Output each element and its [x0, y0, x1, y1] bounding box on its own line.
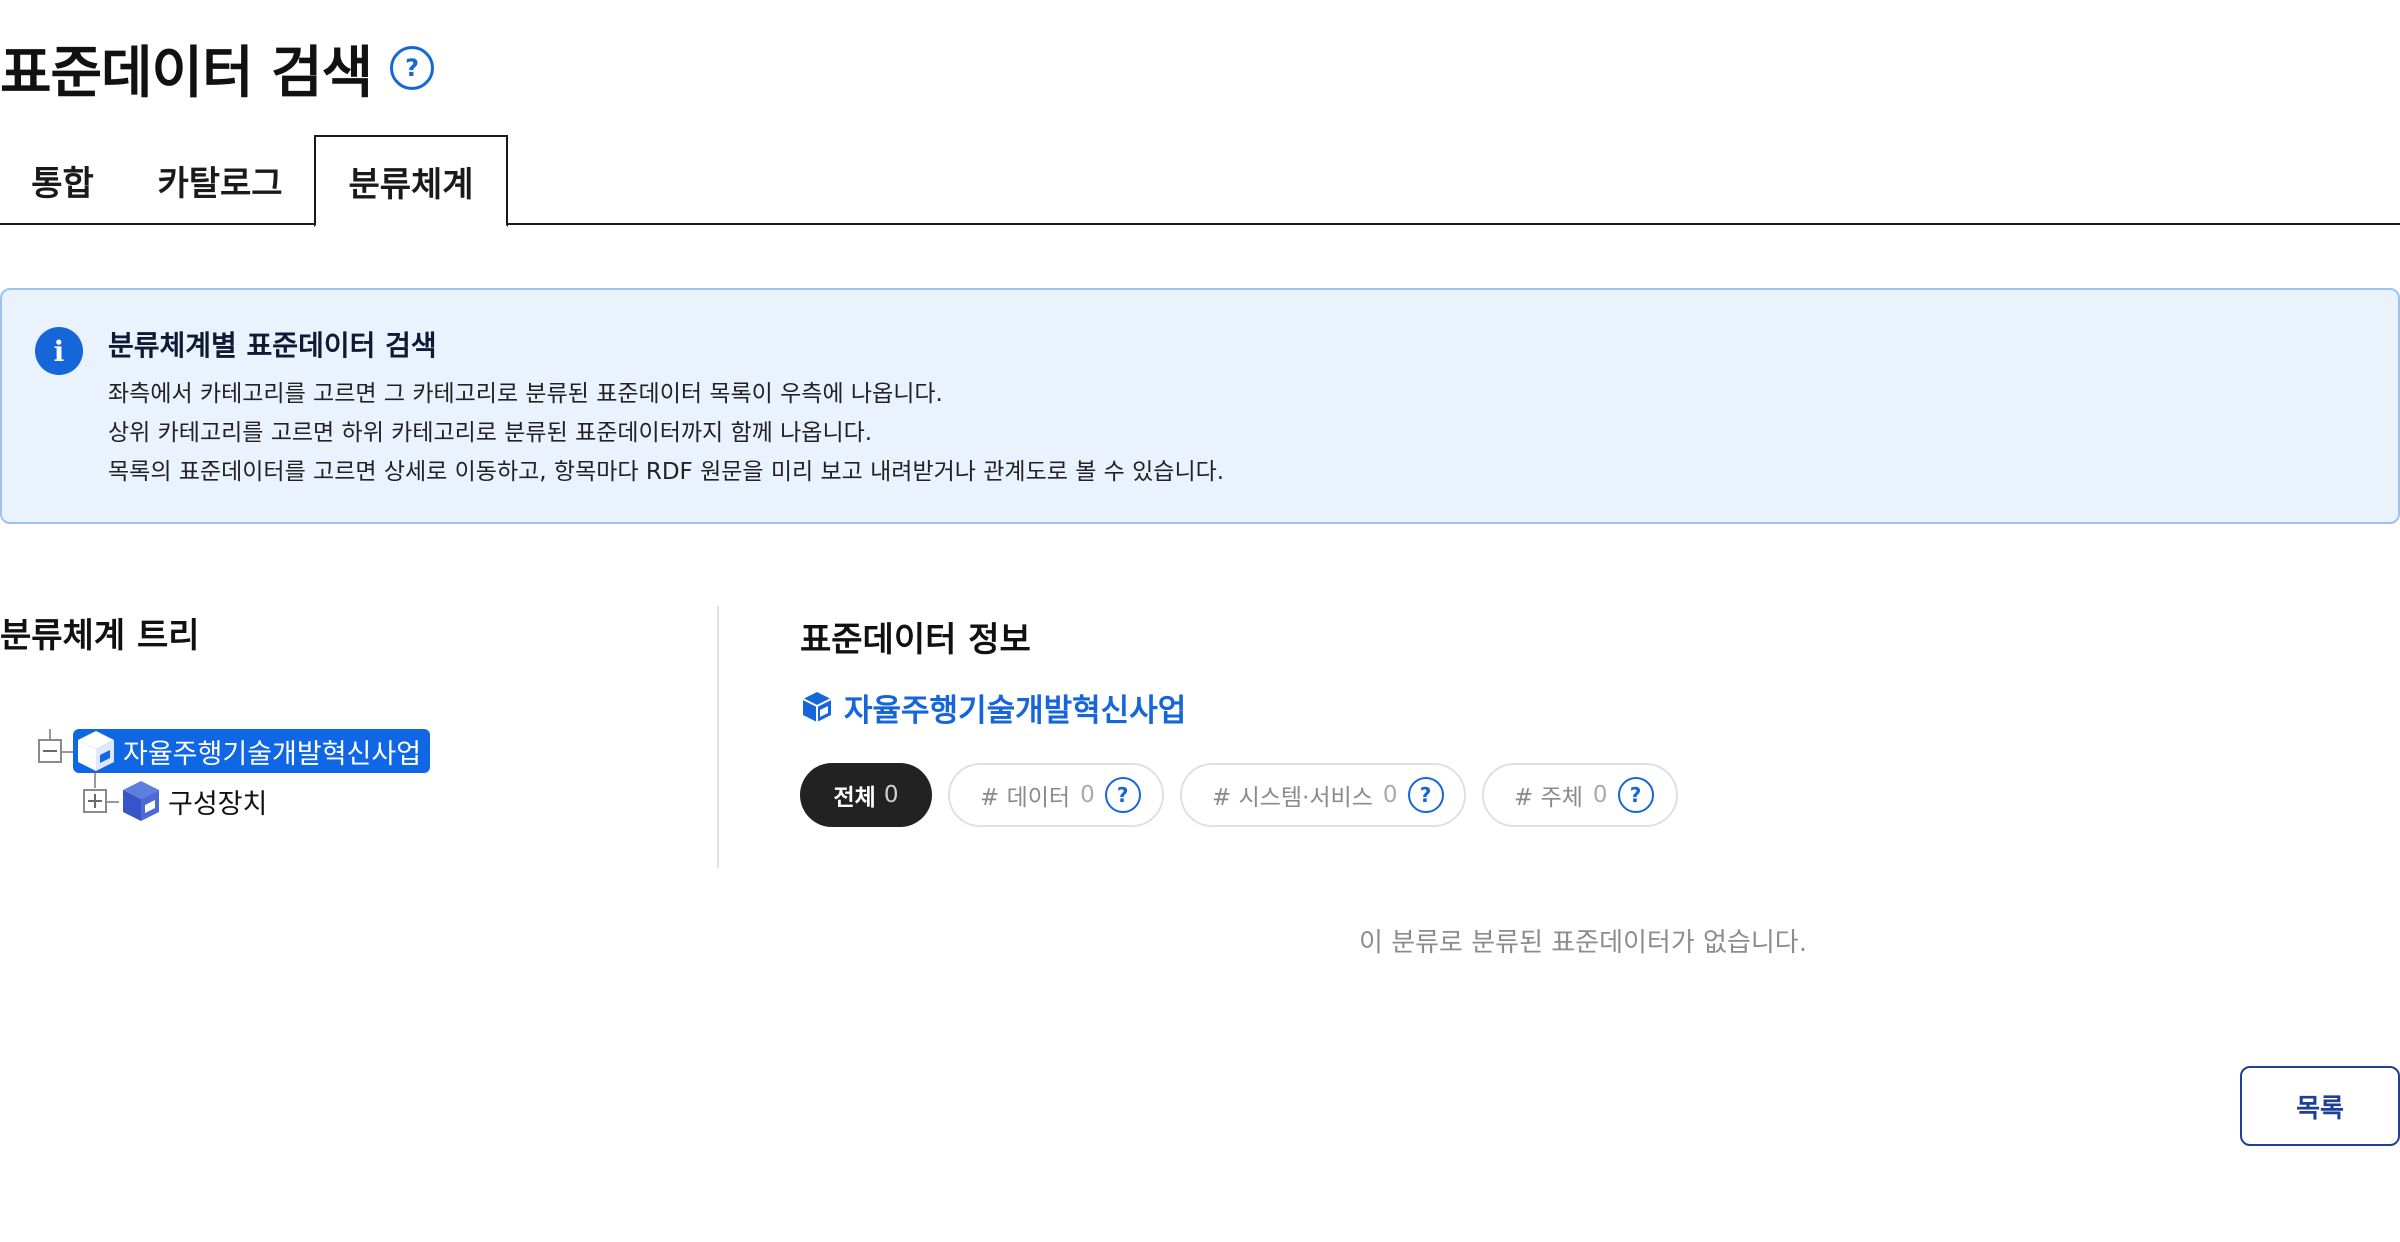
tree-connector [49, 729, 51, 739]
filter-label: # 데이터 [980, 785, 1071, 811]
filter-count: 0 [1382, 782, 1398, 808]
cube-icon [123, 781, 159, 821]
filter-subject-button[interactable]: # 주체 0 ? [1482, 763, 1678, 827]
cube-icon [802, 692, 832, 722]
detail-title: 표준데이터 정보 [800, 620, 1031, 660]
tree-title: 분류체계 트리 [0, 616, 200, 656]
tree-node-label: 자율주행기술개발혁신사업 [123, 738, 422, 770]
page-header: 표준데이터 검색 ? [0, 30, 435, 106]
help-icon[interactable]: ? [1407, 777, 1444, 813]
filter-count: 0 [1592, 782, 1608, 808]
filter-label: # 시스템·서비스 [1212, 785, 1373, 811]
search-tabs: 통합 카탈로그 분류체계 [0, 135, 2400, 227]
tree-node-root[interactable]: 자율주행기술개발혁신사업 [73, 729, 430, 773]
selected-category-name: 자율주행기술개발혁신사업 [844, 692, 1187, 729]
tab-classification[interactable]: 분류체계 [314, 135, 508, 227]
filter-count: 0 [1080, 782, 1095, 808]
collapse-toggle-icon[interactable] [38, 739, 62, 763]
help-icon[interactable]: ? [1617, 777, 1654, 813]
filter-label: # 주체 [1514, 785, 1583, 811]
tree-node-child[interactable]: 구성장치 [118, 778, 267, 824]
tab-integrated[interactable]: 통합 [0, 135, 125, 225]
tree-node-label: 구성장치 [168, 788, 268, 820]
panel-divider [717, 606, 719, 868]
page-title: 표준데이터 검색 [0, 40, 373, 106]
filter-label: 전체 [833, 785, 876, 811]
filter-count: 0 [883, 782, 899, 808]
help-icon[interactable]: ? [1104, 777, 1141, 813]
help-icon[interactable]: ? [390, 46, 435, 90]
filter-data-button[interactable]: # 데이터 0 ? [948, 763, 1164, 827]
filter-all-button[interactable]: 전체 0 [800, 763, 932, 827]
info-line: 좌측에서 카테고리를 고르면 그 카테고리로 분류된 표준데이터 목록이 우측에… [108, 381, 943, 407]
info-notice: i 분류체계별 표준데이터 검색 좌측에서 카테고리를 고르면 그 카테고리로 … [0, 288, 2400, 524]
tree-connector [94, 772, 96, 788]
info-icon: i [35, 327, 83, 375]
info-line: 상위 카테고리를 고르면 하위 카테고리로 분류된 표준데이터까지 함께 나옵니… [108, 420, 873, 446]
selected-category: 자율주행기술개발혁신사업 [800, 685, 1186, 729]
list-button[interactable]: 목록 [2240, 1066, 2400, 1146]
cube-icon [78, 731, 114, 771]
info-line: 목록의 표준데이터를 고르면 상세로 이동하고, 항목마다 RDF 원문을 미리… [108, 459, 1225, 485]
expand-toggle-icon[interactable] [83, 789, 107, 813]
filter-system-button[interactable]: # 시스템·서비스 0 ? [1180, 763, 1466, 827]
info-heading: 분류체계별 표준데이터 검색 [108, 329, 437, 362]
tab-catalog[interactable]: 카탈로그 [140, 135, 300, 225]
empty-message: 이 분류로 분류된 표준데이터가 없습니다. [1359, 928, 1807, 958]
